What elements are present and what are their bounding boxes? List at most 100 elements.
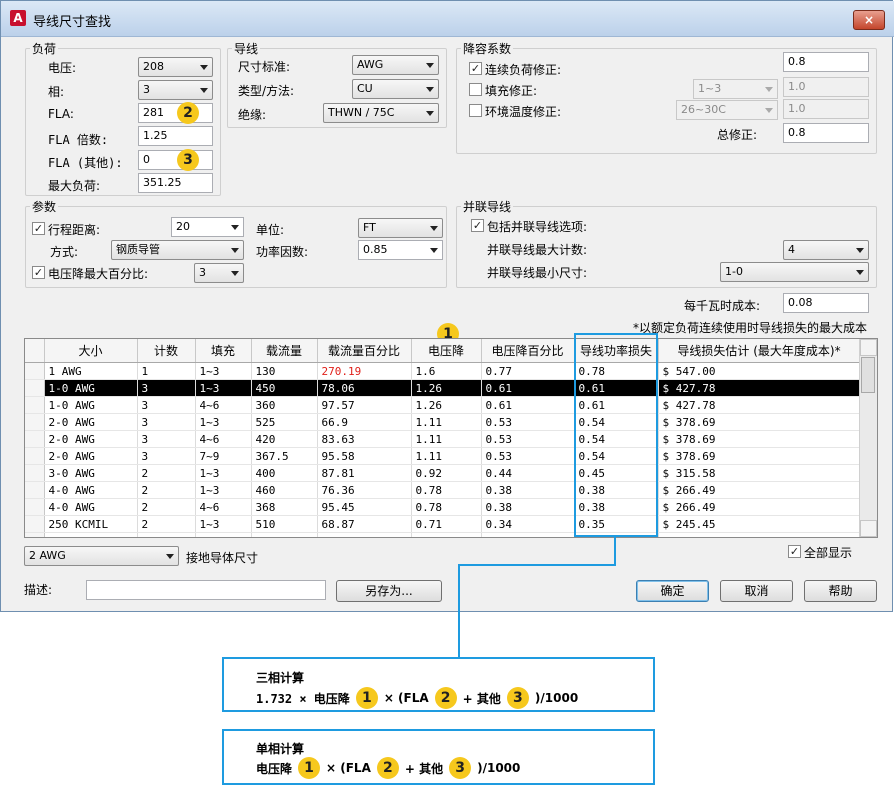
save-as-button[interactable]: 另存为...	[336, 580, 442, 602]
parallel-min-size-select[interactable]: 1-0	[720, 262, 869, 282]
table-row[interactable]: 3-0 AWG 2 1~3 400 87.81 0.92 0.44 0.45 $ 315.58	[25, 464, 861, 482]
scroll-thumb[interactable]	[861, 357, 875, 393]
scroll-up-icon[interactable]	[860, 339, 877, 356]
conductor-group-title: 导线	[232, 40, 261, 57]
show-all-checkbox[interactable]	[788, 545, 801, 558]
chevron-down-icon	[426, 87, 434, 92]
table-cell: 408	[251, 532, 318, 537]
include-parallel-checkbox[interactable]	[471, 219, 484, 232]
grid-column-header[interactable]: 大小	[44, 339, 138, 363]
continuous-checkbox[interactable]	[469, 62, 482, 75]
parallel-max-count-select[interactable]: 4	[783, 240, 869, 260]
table-cell: 4~6	[195, 498, 252, 516]
total-input[interactable]: 0.8	[783, 123, 869, 143]
type-method-select[interactable]: CU	[352, 79, 439, 99]
table-row[interactable]: 2-0 AWG 3 7~9 367.5 95.58 1.11 0.53 0.54 $ 378.6…	[25, 447, 861, 465]
title-bar: A 导线尺寸查找 ×	[1, 1, 894, 37]
ambient-select[interactable]: 26~30C	[676, 100, 778, 120]
voltage-drop-checkbox[interactable]	[32, 266, 45, 279]
fill-checkbox[interactable]	[469, 83, 482, 96]
table-row[interactable]: 4-0 AWG 2 1~3 460 76.36 0.78 0.38 0.38 $ 266.49	[25, 481, 861, 499]
phase-select[interactable]: 3	[138, 80, 213, 100]
row-header-cell[interactable]	[25, 447, 45, 465]
table-cell: 1~3	[195, 464, 252, 482]
row-header-cell[interactable]	[25, 498, 45, 516]
table-row[interactable]: 2-0 AWG 3 1~3 525 66.9 1.11 0.53 0.54 $ 378.69	[25, 413, 861, 431]
cost-per-kwh-input[interactable]: 0.08	[783, 293, 869, 313]
table-cell: 1 AWG	[44, 362, 138, 380]
run-distance-checkbox[interactable]	[32, 222, 45, 235]
fill-select[interactable]: 1~3	[693, 79, 778, 99]
formula-part: + 其他	[404, 761, 444, 776]
power-factor-select[interactable]: 0.85	[358, 240, 443, 260]
table-cell: $ 378.69	[658, 447, 861, 465]
row-header-cell[interactable]	[25, 430, 45, 448]
chevron-down-icon	[856, 270, 864, 275]
table-cell: 0.71	[411, 532, 482, 537]
table-row[interactable]: 1 AWG 1 1~3 130 270.19 1.6 0.77 0.78 $ 547.00	[25, 362, 861, 380]
table-cell: $ 378.69	[658, 413, 861, 431]
table-row[interactable]: 2-0 AWG 3 4~6 420 83.63 1.11 0.53 0.54 $ 378.69	[25, 430, 861, 448]
table-cell: $ 427.78	[658, 396, 861, 414]
max-load-input[interactable]: 351.25	[138, 173, 213, 193]
description-input[interactable]	[86, 580, 326, 600]
grid-column-header[interactable]: 填充	[195, 339, 252, 363]
run-distance-select[interactable]: 20	[171, 217, 244, 237]
continuous-input[interactable]: 0.8	[783, 52, 869, 72]
row-header-cell[interactable]	[25, 362, 45, 380]
voltage-drop-select[interactable]: 3	[194, 263, 244, 283]
grid-column-header[interactable]: 计数	[137, 339, 196, 363]
row-header-cell[interactable]	[25, 464, 45, 482]
table-cell: 2-0 AWG	[44, 430, 138, 448]
row-header-cell[interactable]	[25, 379, 45, 397]
insulation-select[interactable]: THWN / 75C	[323, 103, 439, 123]
row-header-cell[interactable]	[25, 396, 45, 414]
fill-input[interactable]: 1.0	[783, 77, 869, 97]
size-standard-select[interactable]: AWG	[352, 55, 439, 75]
grid-column-header[interactable]: 电压降百分比	[481, 339, 575, 363]
table-cell: 4-0 AWG	[44, 481, 138, 499]
table-row[interactable]: 4-0 AWG 2 4~6 368 95.45 0.78 0.38 0.38 $ 266.49	[25, 498, 861, 516]
cancel-button[interactable]: 取消	[720, 580, 793, 602]
badge-two: 2	[376, 757, 399, 779]
single-phase-formula: 电压降 1 × (FLA 2 + 其他 3 )/1000	[256, 756, 520, 780]
row-header-cell[interactable]	[25, 515, 45, 533]
voltage-select[interactable]: 208	[138, 57, 213, 77]
table-cell: 4~6	[195, 430, 252, 448]
fla-input[interactable]: 281	[138, 103, 213, 123]
fla-other-input[interactable]: 0	[138, 150, 213, 170]
table-cell: 0.34	[481, 532, 575, 537]
grid-vertical-scrollbar[interactable]	[859, 339, 877, 537]
ok-button[interactable]: 确定	[636, 580, 709, 602]
table-row[interactable]: 1-0 AWG 3 4~6 360 97.57 1.26 0.61 0.61 $ 427.78	[25, 396, 861, 414]
ground-conductor-select[interactable]: 2 AWG	[24, 546, 179, 566]
table-cell: 3	[137, 447, 196, 465]
help-button[interactable]: 帮助	[804, 580, 877, 602]
table-cell: 420	[251, 430, 318, 448]
grid-column-header[interactable]: 电压降	[411, 339, 482, 363]
table-cell: $ 315.58	[658, 464, 861, 482]
row-header-cell[interactable]	[25, 481, 45, 499]
table-row[interactable]: 250 KCMIL 2 1~3 510 68.87 0.71 0.34 0.35 $ 245.4…	[25, 515, 861, 533]
chevron-down-icon	[426, 111, 434, 116]
table-row[interactable]: 1-0 AWG 3 1~3 450 78.06 1.26 0.61 0.61 $ 427.78	[25, 379, 861, 397]
three-phase-formula: 1.732 × 电压降 1 × (FLA 2 + 其他 3 )/1000	[256, 686, 578, 710]
scroll-down-icon[interactable]	[860, 520, 877, 537]
table-cell: 3	[137, 396, 196, 414]
method-select[interactable]: 钢质导管	[111, 240, 244, 260]
ambient-checkbox[interactable]	[469, 104, 482, 117]
chevron-down-icon	[430, 226, 438, 231]
grid-column-header[interactable]: 导线损失估计 (最大年度成本)*	[658, 339, 861, 363]
fla-multiplier-input[interactable]: 1.25	[138, 126, 213, 146]
conductor-size-dialog: A 导线尺寸查找 × 负荷 电压: 208 相: 3 FLA: 281 2 FL…	[0, 0, 894, 612]
grid-column-header[interactable]: 载流量	[251, 339, 318, 363]
grid-column-header[interactable]: 载流量百分比	[317, 339, 412, 363]
close-button[interactable]: ×	[853, 10, 885, 30]
table-cell: 1~3	[195, 362, 252, 380]
row-header-cell[interactable]	[25, 413, 45, 431]
row-header-cell[interactable]	[25, 532, 45, 537]
ambient-input[interactable]: 1.0	[783, 99, 869, 119]
results-grid[interactable]: 大小 计数 填充 载流量 载流量百分比 电压降 电压降百分比 导线功率损失 导线损失估计 (最大…	[24, 338, 878, 538]
unit-select[interactable]: FT	[358, 218, 443, 238]
table-row[interactable]: 250 KCMIL24~640886.090.710.340.35$ 245.4…	[25, 532, 861, 537]
